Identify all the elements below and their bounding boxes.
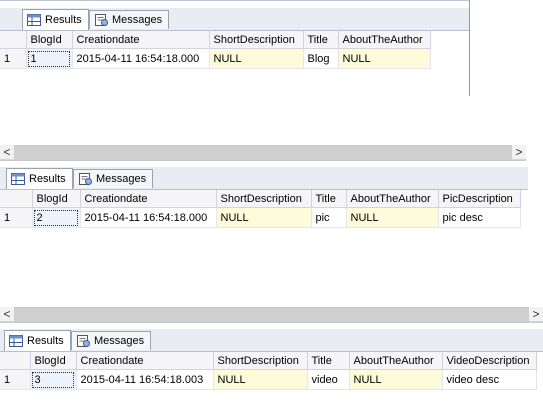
table-cell[interactable]: pic xyxy=(311,207,347,228)
results-grid: BlogId Creationdate ShortDescription Tit… xyxy=(0,31,431,69)
column-header[interactable]: AboutTheAuthor xyxy=(349,352,443,370)
tab-results-label: Results xyxy=(29,173,66,185)
grid-icon xyxy=(9,335,23,347)
column-header[interactable]: BlogId xyxy=(26,31,73,49)
scroll-track[interactable] xyxy=(14,308,529,322)
scroll-right-icon[interactable]: > xyxy=(529,307,543,321)
messages-icon xyxy=(95,14,108,26)
horizontal-scrollbar[interactable]: < > xyxy=(0,307,543,323)
row-header-corner xyxy=(0,352,31,370)
table-cell[interactable]: 3 xyxy=(30,369,77,390)
table-cell[interactable]: NULL xyxy=(216,207,312,228)
table-cell[interactable]: NULL xyxy=(346,207,439,228)
column-header[interactable]: Creationdate xyxy=(76,352,214,370)
grid-icon xyxy=(27,14,41,26)
tab-messages[interactable]: Messages xyxy=(73,169,154,188)
tab-results[interactable]: Results xyxy=(6,168,73,189)
table-cell[interactable]: Blog xyxy=(303,48,339,69)
row-header-corner xyxy=(0,190,33,208)
tab-results-label: Results xyxy=(27,335,64,347)
row-header-corner xyxy=(0,31,27,49)
result-tabstrip: Results Messages xyxy=(0,329,543,352)
tab-messages-label: Messages xyxy=(112,14,163,26)
column-header[interactable]: Creationdate xyxy=(80,190,217,208)
table-cell[interactable]: 2 xyxy=(32,207,81,228)
tab-results[interactable]: Results xyxy=(22,9,89,30)
results-panel-1: Results Messages BlogId Creationdate Sho… xyxy=(0,0,470,96)
table-cell[interactable]: video desc xyxy=(442,369,537,390)
table-cell[interactable]: 2015-04-11 16:54:18.000 xyxy=(80,207,217,228)
column-header[interactable]: Title xyxy=(307,352,350,370)
column-header[interactable]: Title xyxy=(303,31,339,49)
table-cell[interactable]: 2015-04-11 16:54:18.000 xyxy=(72,48,210,69)
result-tabstrip: Results Messages xyxy=(0,167,528,190)
table-row[interactable]: 1 1 2015-04-11 16:54:18.000 NULL Blog NU… xyxy=(0,48,431,69)
column-header[interactable]: AboutTheAuthor xyxy=(338,31,431,49)
horizontal-scrollbar[interactable]: < > xyxy=(0,145,526,161)
tab-messages[interactable]: Messages xyxy=(89,10,170,29)
table-cell[interactable]: NULL xyxy=(209,48,304,69)
column-header[interactable]: Title xyxy=(311,190,347,208)
table-cell[interactable]: NULL xyxy=(349,369,443,390)
row-number[interactable]: 1 xyxy=(0,369,31,390)
table-cell[interactable]: video xyxy=(307,369,350,390)
scroll-track[interactable] xyxy=(14,146,512,160)
column-header[interactable]: ShortDescription xyxy=(209,31,304,49)
result-tabstrip: Results Messages xyxy=(0,8,470,31)
column-header[interactable]: Creationdate xyxy=(72,31,210,49)
tab-messages-label: Messages xyxy=(96,173,147,185)
scroll-left-icon[interactable]: < xyxy=(0,145,14,159)
table-cell[interactable]: pic desc xyxy=(438,207,521,228)
panel-divider xyxy=(0,0,470,1)
column-header[interactable]: AboutTheAuthor xyxy=(346,190,439,208)
results-panel-2: < > Results Messages BlogId Creationdate… xyxy=(0,145,528,255)
messages-icon xyxy=(79,173,92,185)
scroll-left-icon[interactable]: < xyxy=(0,307,14,321)
row-number[interactable]: 1 xyxy=(0,48,27,69)
tab-messages[interactable]: Messages xyxy=(71,331,152,350)
tab-messages-label: Messages xyxy=(94,335,145,347)
grid-icon xyxy=(11,173,25,185)
results-grid: BlogId Creationdate ShortDescription Tit… xyxy=(0,352,537,390)
table-cell[interactable]: 1 xyxy=(26,48,73,69)
panel-edge xyxy=(469,0,470,96)
column-header[interactable]: BlogId xyxy=(30,352,77,370)
column-header[interactable]: VideoDescription xyxy=(442,352,537,370)
table-cell[interactable]: 2015-04-11 16:54:18.003 xyxy=(76,369,214,390)
tab-results-label: Results xyxy=(45,14,82,26)
column-header[interactable]: ShortDescription xyxy=(213,352,308,370)
column-header[interactable]: ShortDescription xyxy=(216,190,312,208)
table-cell[interactable]: NULL xyxy=(338,48,431,69)
table-row[interactable]: 1 3 2015-04-11 16:54:18.003 NULL video N… xyxy=(0,369,537,390)
tab-results[interactable]: Results xyxy=(4,330,71,351)
results-grid: BlogId Creationdate ShortDescription Tit… xyxy=(0,190,521,228)
column-header[interactable]: BlogId xyxy=(32,190,81,208)
scroll-right-icon[interactable]: > xyxy=(512,145,526,159)
results-panel-3: < > Results Messages BlogId Creationdate… xyxy=(0,307,543,420)
row-number[interactable]: 1 xyxy=(0,207,33,228)
table-row[interactable]: 1 2 2015-04-11 16:54:18.000 NULL pic NUL… xyxy=(0,207,521,228)
column-header[interactable]: PicDescription xyxy=(438,190,521,208)
messages-icon xyxy=(77,335,90,347)
table-cell[interactable]: NULL xyxy=(213,369,308,390)
